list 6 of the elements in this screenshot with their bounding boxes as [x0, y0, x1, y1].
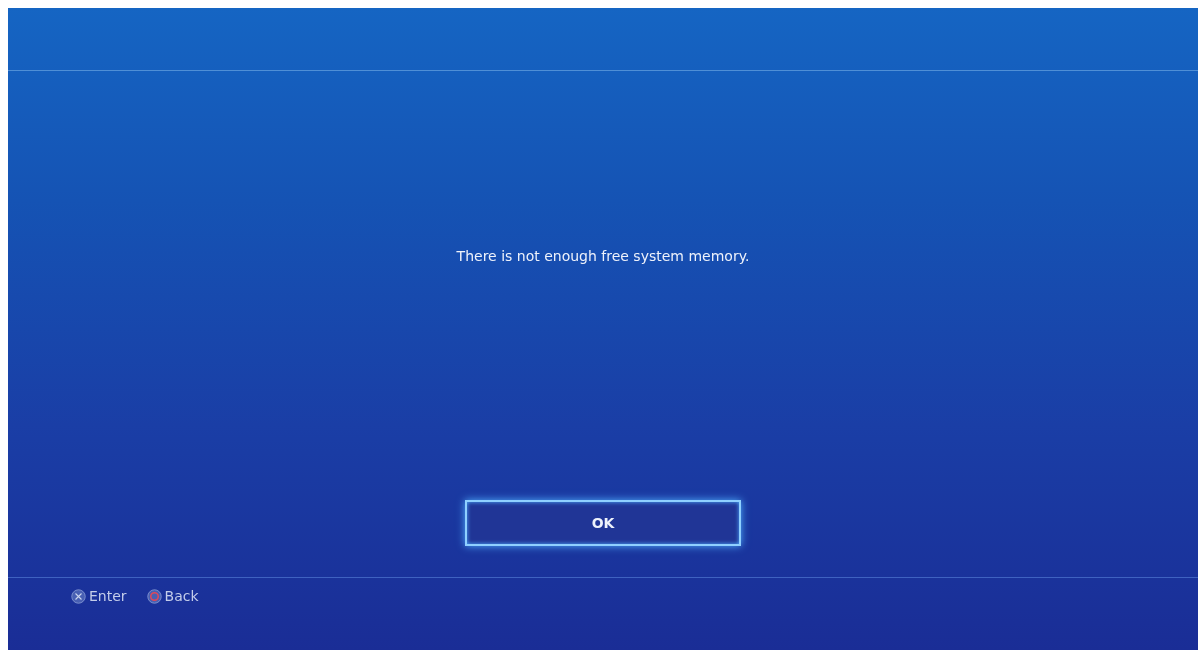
cross-button-icon	[71, 588, 86, 604]
circle-button-icon	[146, 588, 162, 604]
ok-button[interactable]: OK	[465, 500, 741, 546]
hint-label: Enter	[89, 588, 127, 604]
hint-label: Back	[164, 588, 199, 604]
message-text: There is not enough free system memory.	[456, 247, 750, 264]
